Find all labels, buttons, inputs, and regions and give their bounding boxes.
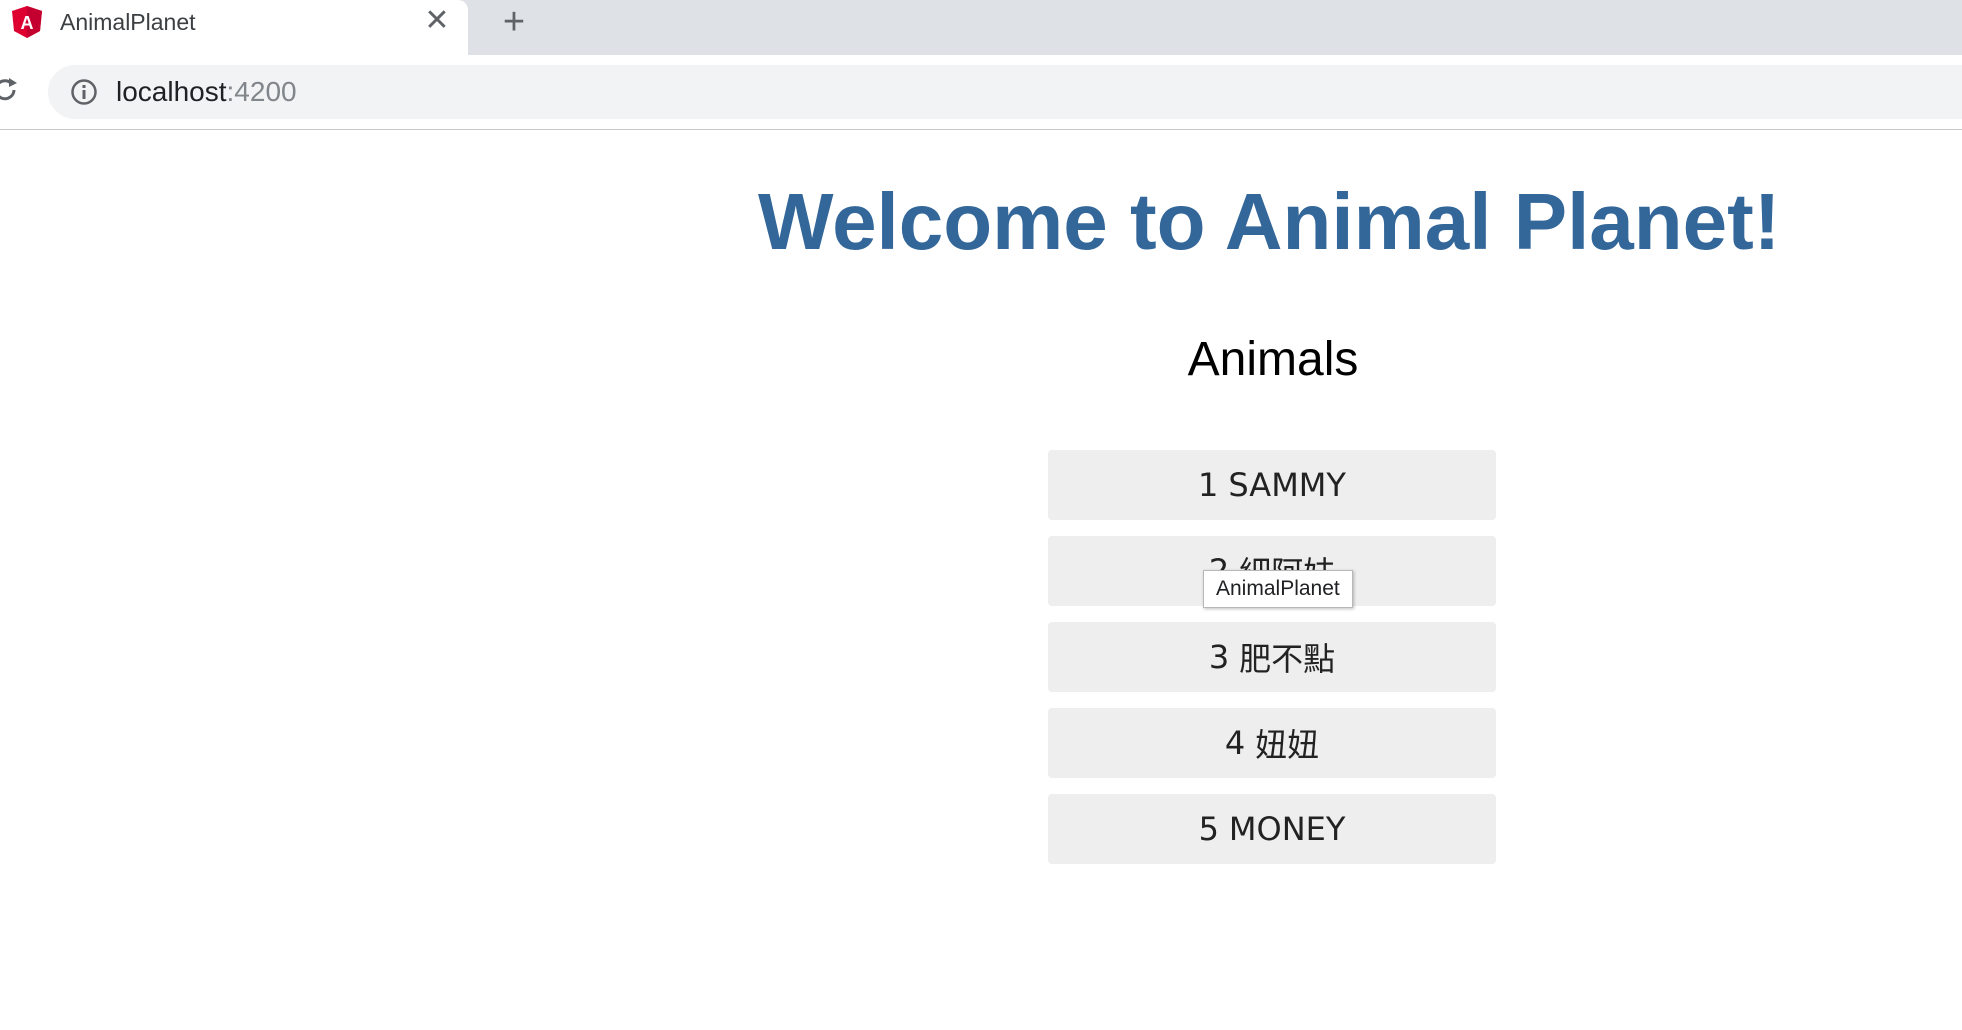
angular-logo-icon: A: [12, 6, 42, 38]
animal-id: 1: [1198, 466, 1219, 504]
url-port: :4200: [226, 76, 297, 107]
page-content: Welcome to Animal Planet! Animals 1 SAMMY…: [0, 130, 1962, 1030]
animal-item-1[interactable]: 1 SAMMY: [1048, 450, 1496, 520]
page-title: Welcome to Animal Planet!: [758, 177, 1781, 266]
animal-name: SAMMY: [1228, 466, 1346, 504]
address-bar[interactable]: localhost:4200: [48, 65, 1962, 119]
close-icon[interactable]: ✕: [423, 6, 451, 36]
animal-item-5[interactable]: 5 MONEY: [1048, 794, 1496, 864]
tab-strip: A AnimalPlanet ✕ +: [0, 0, 1962, 55]
tab-title: AnimalPlanet: [60, 9, 196, 35]
animal-id: 3: [1208, 638, 1230, 676]
animal-id: 4: [1224, 724, 1246, 762]
animal-list: 1SAMMY 2細阿妹 3肥不點 4妞妞 5MONEY: [1048, 450, 1496, 880]
animal-name: 妞妞: [1255, 726, 1320, 764]
tab-animalplanet[interactable]: A AnimalPlanet ✕: [0, 0, 468, 55]
info-icon[interactable]: [70, 78, 98, 106]
animal-name: MONEY: [1228, 810, 1346, 848]
animal-id: 5: [1198, 810, 1219, 848]
url-host: localhost: [116, 76, 227, 107]
browser-toolbar: localhost:4200: [0, 55, 1962, 130]
plus-icon[interactable]: +: [497, 3, 531, 41]
animal-item-4[interactable]: 4 妞妞: [1048, 708, 1496, 778]
section-title: Animals: [1187, 333, 1359, 386]
favicon-letter: A: [21, 13, 34, 33]
animal-name: 肥不點: [1239, 640, 1336, 678]
url-text[interactable]: localhost:4200: [116, 77, 297, 107]
tooltip: AnimalPlanet: [1203, 570, 1353, 608]
reload-icon[interactable]: [0, 75, 20, 105]
animal-item-3[interactable]: 3 肥不點: [1048, 622, 1496, 692]
